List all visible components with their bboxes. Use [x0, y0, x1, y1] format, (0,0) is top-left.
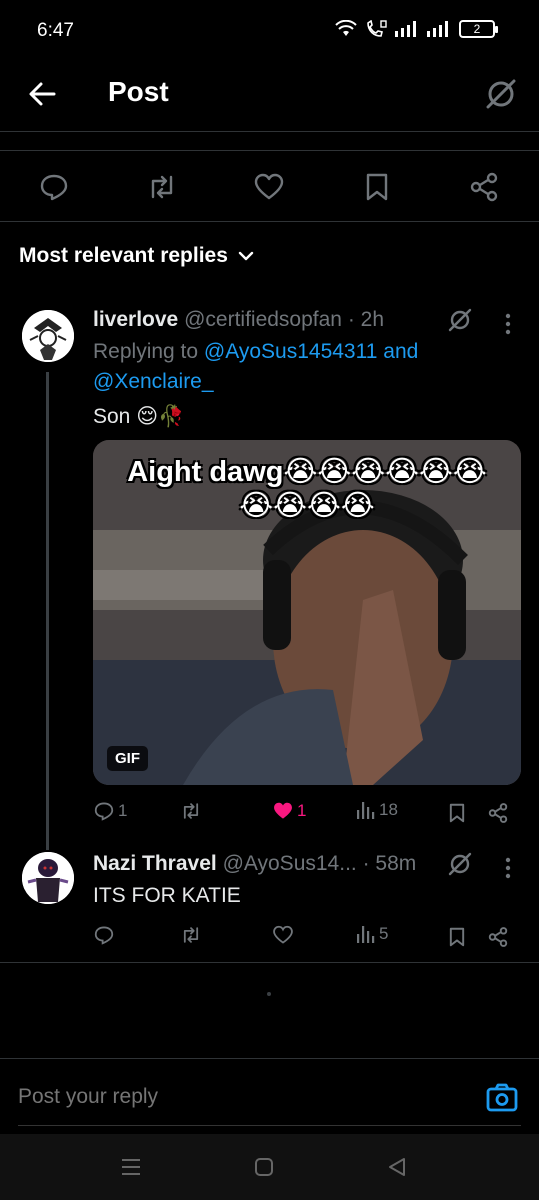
- thread-line: [46, 372, 49, 850]
- views-icon: [357, 926, 375, 943]
- share-icon[interactable]: [468, 171, 500, 203]
- views-button[interactable]: 18: [356, 800, 398, 820]
- replying-to: Replying to @AyoSus1454311 and: [93, 340, 418, 364]
- views-icon: [357, 802, 375, 819]
- share-icon[interactable]: [487, 926, 509, 948]
- header: Post: [0, 62, 539, 132]
- repost-icon[interactable]: [146, 171, 178, 203]
- reply-count: 1: [118, 801, 128, 820]
- replying-to-label: Replying to: [93, 340, 199, 363]
- reply-header: Nazi Thravel @AyoSus14... · 58m: [93, 852, 416, 876]
- handle[interactable]: @AyoSus14...: [223, 852, 357, 875]
- view-count: 5: [379, 924, 389, 943]
- bookmark-icon[interactable]: [446, 926, 468, 948]
- replies-sort-dropdown[interactable]: Most relevant replies: [19, 244, 256, 268]
- system-nav-bar: [0, 1134, 539, 1200]
- more-icon[interactable]: [505, 312, 511, 336]
- view-count: 18: [379, 800, 398, 819]
- avatar[interactable]: [22, 852, 74, 904]
- reply-icon: [94, 802, 114, 821]
- bookmark-icon[interactable]: [446, 802, 468, 824]
- wifi-icon: [335, 20, 357, 36]
- menu-icon[interactable]: [118, 1154, 144, 1180]
- handle[interactable]: @certifiedsopfan: [184, 308, 342, 331]
- reply-metrics: 1 1 18: [93, 800, 521, 830]
- divider: [0, 962, 539, 963]
- mention-link[interactable]: @Xenclaire_: [93, 370, 214, 393]
- back-triangle-icon[interactable]: [384, 1154, 410, 1180]
- reply-underline: [18, 1125, 521, 1126]
- reply-input[interactable]: [18, 1085, 438, 1109]
- views-button[interactable]: 5: [356, 924, 388, 944]
- grok-icon[interactable]: [446, 306, 474, 334]
- bookmark-icon[interactable]: [361, 171, 393, 203]
- reply-icon[interactable]: [93, 924, 115, 946]
- like-icon: [274, 802, 292, 819]
- timestamp: · 2h: [347, 308, 385, 331]
- replying-to-line2: @Xenclaire_: [93, 370, 214, 394]
- timestamp: · 58m: [362, 852, 417, 875]
- grok-icon[interactable]: [483, 76, 519, 112]
- gif-caption-line2: 😭😭😭😭: [239, 490, 375, 522]
- chevron-down-icon: [238, 251, 254, 261]
- repost-icon[interactable]: [179, 924, 203, 946]
- status-icons: 2: [335, 20, 498, 38]
- call-icon: [367, 20, 387, 37]
- like-count: 1: [297, 801, 307, 820]
- status-time: 6:47: [37, 20, 74, 41]
- battery-icon: 2: [459, 20, 498, 38]
- reply-composer: [0, 1058, 539, 1134]
- replying-and: and: [383, 340, 419, 363]
- reply-metrics: 5: [93, 924, 521, 954]
- reply-icon[interactable]: [38, 171, 70, 203]
- home-icon[interactable]: [251, 1154, 277, 1180]
- like-button[interactable]: 1: [272, 800, 306, 822]
- status-bar: 6:47 2: [0, 0, 539, 62]
- share-icon[interactable]: [487, 802, 509, 824]
- gif-badge: GIF: [107, 746, 148, 771]
- back-arrow-icon[interactable]: [24, 76, 60, 112]
- mention-link[interactable]: @AyoSus1454311: [204, 340, 378, 363]
- gif-media[interactable]: Aight dawg😭😭😭😭😭😭 😭😭😭😭 GIF: [93, 440, 521, 785]
- camera-icon[interactable]: [485, 1081, 519, 1115]
- display-name[interactable]: liverlove: [93, 308, 178, 331]
- gif-caption: Aight dawg😭😭😭😭😭😭 😭😭😭😭: [93, 455, 521, 523]
- signal-icon: [395, 21, 416, 37]
- reply-header: liverlove @certifiedsopfan · 2h: [93, 308, 384, 332]
- grok-icon[interactable]: [446, 850, 474, 878]
- avatar[interactable]: [22, 310, 74, 362]
- signal-icon-2: [427, 21, 448, 37]
- reply-text: ITS FOR KATIE: [93, 884, 241, 907]
- repost-button[interactable]: [179, 800, 203, 822]
- reply-count-button[interactable]: 1: [93, 800, 127, 822]
- replies-sort-label: Most relevant replies: [19, 244, 228, 267]
- page-title: Post: [108, 76, 169, 107]
- gif-caption-line1: Aight dawg😭😭😭😭😭😭: [127, 456, 487, 488]
- more-icon[interactable]: [505, 856, 511, 880]
- like-icon[interactable]: [253, 171, 285, 203]
- repost-icon: [183, 803, 199, 819]
- reply-text: Son 😌🥀: [93, 405, 185, 428]
- loading-dot: [267, 992, 271, 996]
- like-icon[interactable]: [272, 924, 294, 946]
- display-name[interactable]: Nazi Thravel: [93, 852, 217, 875]
- post-action-bar: [0, 150, 539, 222]
